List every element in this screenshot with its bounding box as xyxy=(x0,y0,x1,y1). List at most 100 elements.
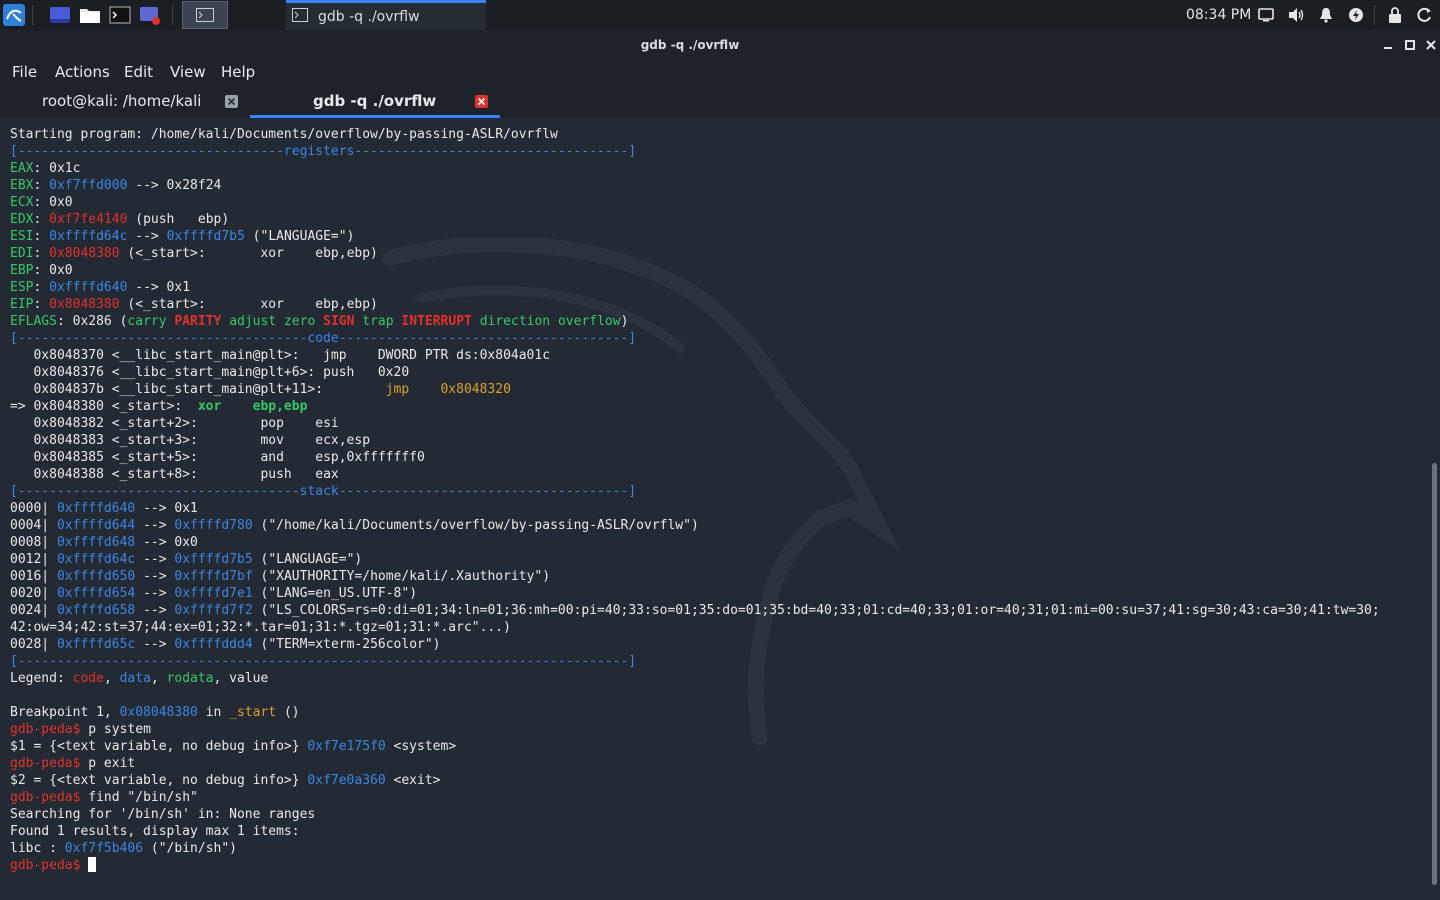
terminal-segment: carry xyxy=(127,314,167,329)
terminal-segment: find "/bin/sh" xyxy=(80,790,198,805)
terminal-line: gdb-peda$ xyxy=(10,857,1380,874)
menu-view[interactable]: View xyxy=(170,60,206,84)
terminal-segment: EAX xyxy=(10,161,34,176)
logout-icon[interactable] xyxy=(1415,5,1435,25)
terminal-line: Legend: code, data, rodata, value xyxy=(10,670,1380,687)
screen-recorder-icon[interactable] xyxy=(138,3,162,27)
tab-close-icon[interactable] xyxy=(475,95,488,108)
terminal-segment: 0xf7e175f0 xyxy=(307,739,386,754)
terminal-output[interactable]: Starting program: /home/kali/Documents/o… xyxy=(0,118,1430,900)
terminal-segment: gdb-peda$ xyxy=(10,790,81,805)
terminal-segment: --> xyxy=(135,603,175,618)
terminal-segment: : xyxy=(33,246,50,261)
terminal-segment: 0000| xyxy=(10,501,57,516)
terminal-segment xyxy=(221,314,229,329)
terminal-line: [---------------------------------------… xyxy=(10,653,1380,670)
terminal-line: 0x8048385 <_start+5>: and esp,0xfffffff0 xyxy=(10,449,1380,466)
terminal-segment: => 0x8048380 <_start>: xyxy=(10,399,198,414)
terminal-segment: 0x8048388 <_start+8>: push eax xyxy=(10,467,339,482)
workspace-switcher[interactable] xyxy=(182,1,228,29)
terminal-line: 0028| 0xffffd65c --> 0xffffddd4 ("TERM=x… xyxy=(10,636,1380,653)
terminal-cursor xyxy=(88,857,97,872)
tab-close-icon[interactable] xyxy=(225,95,238,108)
terminal-segment: 0xf7e0a360 xyxy=(307,773,386,788)
terminal-segment: overflow xyxy=(557,314,621,329)
terminal-line: 0x8048370 <__libc_start_main@plt>: jmp D… xyxy=(10,347,1380,364)
menu-help[interactable]: Help xyxy=(221,60,255,84)
terminal-line: EDX: 0xf7fe4140 (push ebp) xyxy=(10,211,1380,228)
terminal-segment: 0024| xyxy=(10,603,57,618)
terminal-segment: 0xf7fe4140 xyxy=(49,212,128,227)
terminal-line: $2 = {<text variable, no debug info>} 0x… xyxy=(10,772,1380,789)
terminal-segment: 0xffffd658 xyxy=(56,603,136,618)
maximize-icon[interactable] xyxy=(1401,36,1419,54)
terminal-segment: --> xyxy=(135,637,175,652)
power-manager-icon[interactable] xyxy=(1346,5,1366,25)
terminal-segment xyxy=(276,314,284,329)
terminal-scrollbar[interactable] xyxy=(1430,118,1440,900)
terminal-segment: EDX xyxy=(10,212,34,227)
terminal-line: 0x8048376 <__libc_start_main@plt+6>: pus… xyxy=(10,364,1380,381)
scrollbar-thumb[interactable] xyxy=(1432,463,1437,885)
terminal-segment: 0xffffd7f2 xyxy=(174,603,253,618)
terminal-line: Breakpoint 1, 0x08048380 in _start () xyxy=(10,704,1380,721)
terminal-segment xyxy=(472,314,480,329)
terminal-segment: , xyxy=(103,671,120,686)
terminal-segment: : 0x1c xyxy=(33,161,81,176)
minimize-icon[interactable] xyxy=(1379,36,1397,54)
lock-screen-icon[interactable] xyxy=(1385,5,1405,25)
taskbar-separator xyxy=(32,5,33,25)
terminal-segment: trap xyxy=(362,314,394,329)
terminal-segment: --> xyxy=(127,229,167,244)
taskbar-separator xyxy=(172,5,173,25)
terminal-segment: () xyxy=(276,705,300,720)
close-icon[interactable] xyxy=(1422,36,1440,54)
terminal-segment: 0xffffd7bf xyxy=(174,569,253,584)
terminal-segment: 0x8048385 <_start+5>: and esp,0xfffffff0 xyxy=(10,450,425,465)
terminal-line: EFLAGS: 0x286 (carry PARITY adjust zero … xyxy=(10,313,1380,330)
terminal-line: 0012| 0xffffd64c --> 0xffffd7b5 ("LANGUA… xyxy=(10,551,1380,568)
terminal-segment: [------------------------------------sta… xyxy=(10,484,637,499)
kali-menu-icon[interactable] xyxy=(2,3,26,27)
terminal-segment: 0xffffd65c xyxy=(56,637,136,652)
terminal-segment: : xyxy=(33,297,50,312)
terminal-segment: --> xyxy=(135,552,175,567)
show-desktop-icon[interactable] xyxy=(48,3,72,27)
terminal-line: EAX: 0x1c xyxy=(10,160,1380,177)
menu-edit[interactable]: Edit xyxy=(124,60,153,84)
taskbar-task-gdb[interactable]: gdb -q ./ovrflw xyxy=(286,0,486,30)
terminal-segment: --> xyxy=(135,586,175,601)
terminal-segment xyxy=(80,858,88,873)
notifications-icon[interactable] xyxy=(1316,5,1336,25)
terminal-line: [------------------------------------sta… xyxy=(10,483,1380,500)
menu-bar: File Actions Edit View Help xyxy=(0,60,1440,86)
taskbar: gdb -q ./ovrflw 08:34 PM xyxy=(0,0,1440,30)
tab-root-shell[interactable]: root@kali: /home/kali xyxy=(0,86,250,118)
terminal-segment: 0x8048383 <_start+3>: mov ecx,esp xyxy=(10,433,371,448)
terminal-segment: 42:ow=34;42:st=37;44:ex=01;32:*.tar=01;3… xyxy=(10,620,511,635)
terminal-segment: $1 = {<text variable, no debug info>} xyxy=(10,739,308,754)
terminal-launcher-icon[interactable] xyxy=(108,3,132,27)
terminal-line: ESI: 0xffffd64c --> 0xffffd7b5 ("LANGUAG… xyxy=(10,228,1380,245)
terminal-segment: ("LS_COLORS=rs=0:di=01;34:ln=01;36:mh=00… xyxy=(252,603,1380,618)
window-titlebar[interactable]: gdb -q ./ovrflw xyxy=(0,30,1440,60)
terminal-segment: ESP xyxy=(10,280,34,295)
terminal-segment: $2 = {<text variable, no debug info>} xyxy=(10,773,308,788)
terminal-segment: p system xyxy=(80,722,151,737)
menu-actions[interactable]: Actions xyxy=(55,60,110,84)
terminal-segment: ESI xyxy=(10,229,34,244)
display-icon[interactable] xyxy=(1256,5,1276,25)
taskbar-task-label: gdb -q ./ovrflw xyxy=(318,8,420,25)
volume-icon[interactable] xyxy=(1286,5,1306,25)
terminal-line: EBX: 0xf7ffd000 --> 0x28f24 xyxy=(10,177,1380,194)
tab-gdb[interactable]: gdb -q ./ovrflw xyxy=(250,86,500,118)
terminal-icon xyxy=(292,7,308,26)
clock[interactable]: 08:34 PM xyxy=(1186,0,1251,30)
terminal-line: 42:ow=34;42:st=37;44:ex=01;32:*.tar=01;3… xyxy=(10,619,1380,636)
terminal-segment: 0008| xyxy=(10,535,57,550)
file-manager-icon[interactable] xyxy=(78,3,102,27)
menu-file[interactable]: File xyxy=(12,60,37,84)
terminal-segment: ("TERM=xterm-256color") xyxy=(252,637,441,652)
terminal-segment: 0xf7ffd000 xyxy=(49,178,128,193)
terminal-segment: (<_start>: xor ebp,ebp) xyxy=(119,297,378,312)
